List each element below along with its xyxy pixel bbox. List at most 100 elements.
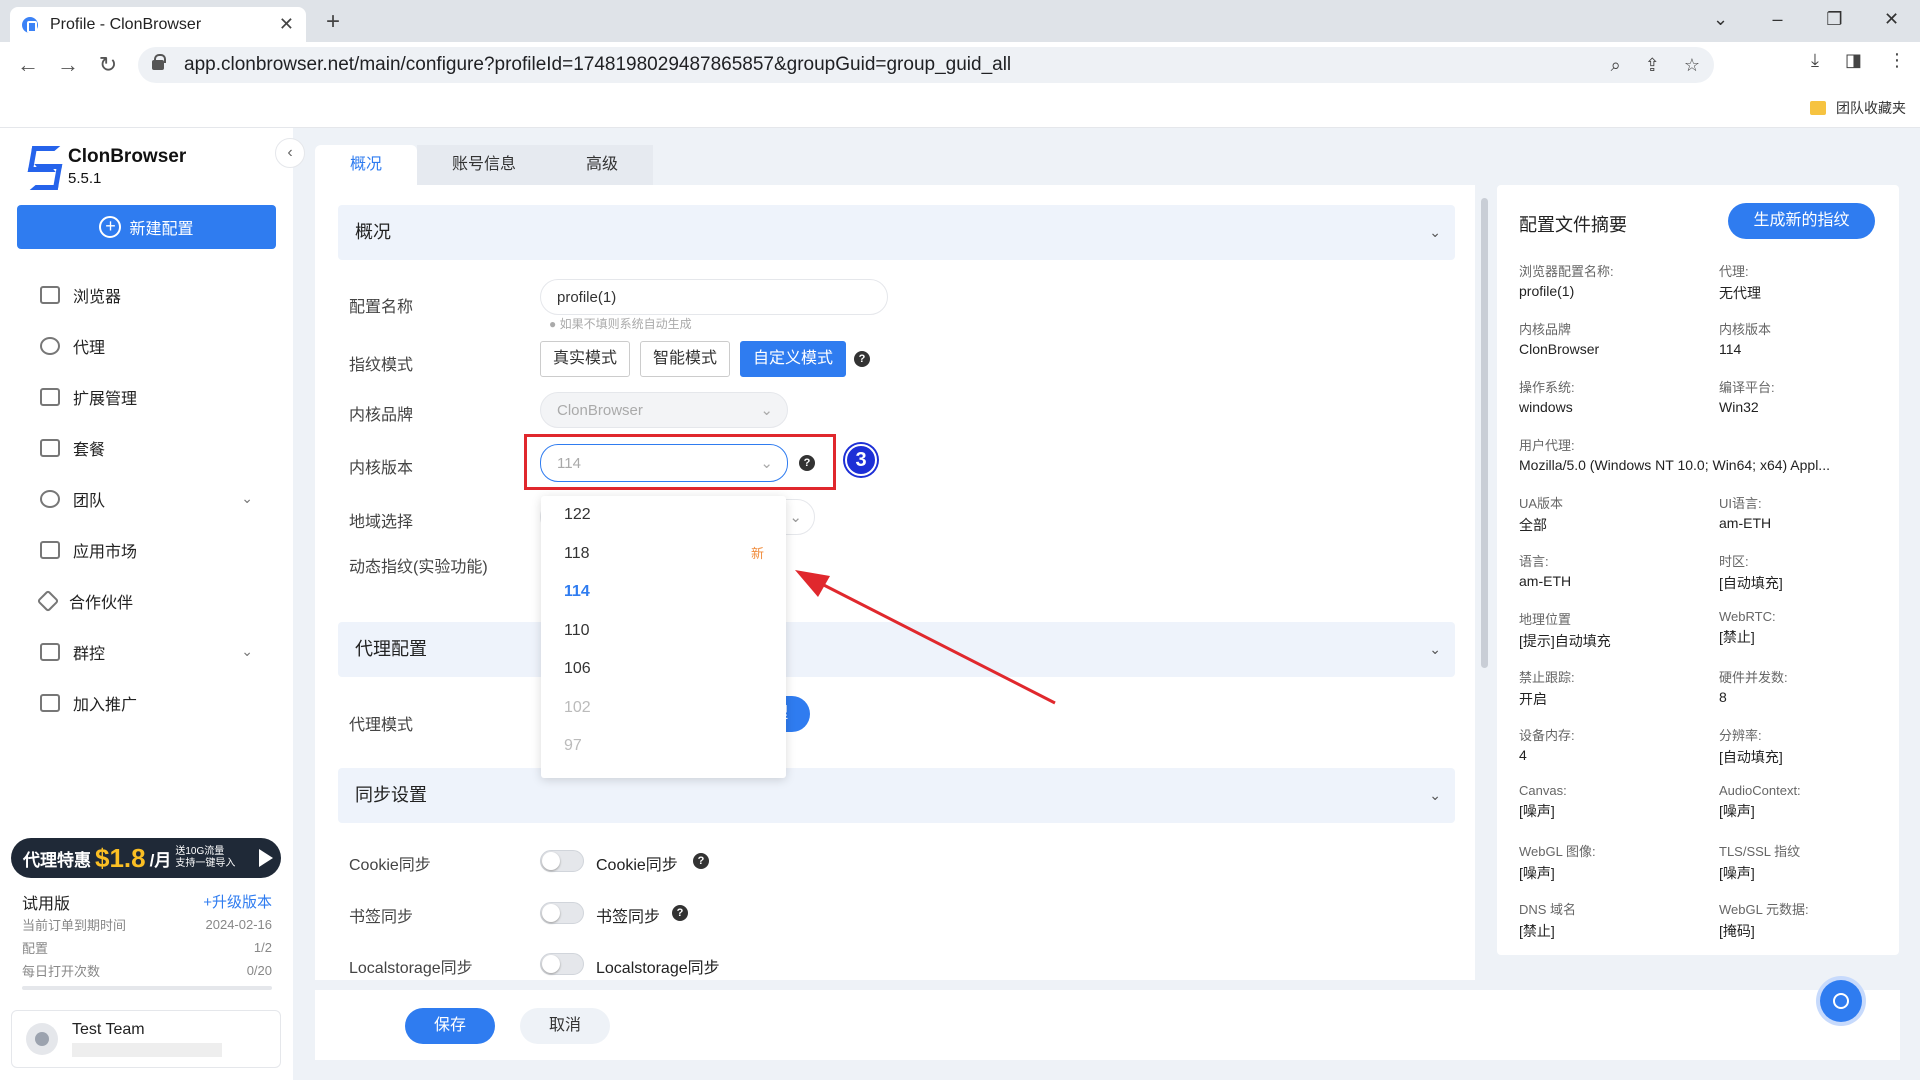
download-icon[interactable]: ⤓ xyxy=(1811,50,1819,71)
close-window-icon[interactable]: ✕ xyxy=(1863,0,1920,42)
browser-tab[interactable]: Profile - ClonBrowser ✕ xyxy=(10,7,306,42)
profile-summary-panel: 配置文件摘要 生成新的指纹 浏览器配置名称: profile(1) 代理: 无代理 内核… xyxy=(1497,185,1899,955)
section-overview[interactable]: 概况 ⌄ xyxy=(338,205,1455,260)
tab-overview[interactable]: 概况 xyxy=(315,145,418,185)
summary-key: 操作系统: xyxy=(1519,380,1575,395)
zoom-icon[interactable]: ⌕ xyxy=(1611,55,1621,76)
summary-key: 内核版本 xyxy=(1719,322,1772,337)
tab-advanced[interactable]: 高级 xyxy=(551,145,654,185)
back-icon[interactable]: ← xyxy=(8,52,48,78)
fp-mode-label: 指纹模式 xyxy=(349,357,414,374)
summary-value: am-ETH xyxy=(1719,515,1772,531)
dropdown-option[interactable]: 110 xyxy=(541,612,786,651)
cube-icon xyxy=(40,540,60,559)
sidebar-item-label: 浏览器 xyxy=(73,288,122,306)
plan-info: 试用版 +升级版本 当前订单到期时间 2024-02-16 配置 1/2 每日打开次数… xyxy=(22,890,272,990)
chevron-down-icon: ⌄ xyxy=(789,509,802,526)
help-icon[interactable]: ? xyxy=(672,905,688,921)
sidebar-item-extensions[interactable]: 扩展管理 xyxy=(0,371,293,422)
sidebar-item-app-market[interactable]: 应用市场 xyxy=(0,524,293,575)
sidebar-item-affiliate[interactable]: 加入推广 xyxy=(0,677,293,728)
region-label: 地域选择 xyxy=(349,514,414,531)
summary-item: WebRTC: [禁止] xyxy=(1719,609,1899,647)
summary-value: profile(1) xyxy=(1519,283,1575,299)
summary-value: 4 xyxy=(1519,747,1527,763)
promo-unit: /月 xyxy=(149,850,172,870)
sidebar-item-group-control[interactable]: 群控 ⌄ xyxy=(0,626,293,677)
bookmark-sync-label: 书签同步 xyxy=(349,909,414,926)
section-proxy[interactable]: 代理配置 ⌄ xyxy=(338,622,1455,677)
kernel-brand-select[interactable]: ClonBrowser ⌄ xyxy=(540,392,788,428)
restore-icon[interactable]: ❐ xyxy=(1806,0,1863,42)
localstorage-sync-toggle[interactable] xyxy=(540,953,584,975)
team-icon xyxy=(40,489,60,508)
summary-item: 用户代理: Mozilla/5.0 (Windows NT 10.0; Win64… xyxy=(1519,435,1879,473)
support-chat-icon[interactable] xyxy=(1820,980,1862,1022)
custom-mode-button[interactable]: 自定义模式 xyxy=(740,341,847,377)
sidebar-item-plans[interactable]: 套餐 xyxy=(0,422,293,473)
sidebar-item-browser[interactable]: 浏览器 xyxy=(0,269,293,320)
summary-item: DNS 域名 [禁止] xyxy=(1519,899,1709,941)
share-icon[interactable]: ⇪ xyxy=(1645,55,1660,76)
summary-key: 硬件并发数: xyxy=(1719,670,1788,685)
real-mode-button[interactable]: 真实模式 xyxy=(540,341,631,377)
bookmark-star-icon[interactable]: ☆ xyxy=(1684,55,1700,76)
tab-search-icon[interactable]: ⌄ xyxy=(1692,0,1749,42)
option-label: 122 xyxy=(564,506,591,523)
help-icon[interactable]: ? xyxy=(854,351,870,367)
minimize-icon[interactable]: – xyxy=(1749,0,1806,42)
new-tab-icon[interactable]: + xyxy=(326,8,340,36)
summary-item: 内核版本 114 xyxy=(1719,319,1899,357)
summary-key: 代理: xyxy=(1719,264,1749,279)
upgrade-link[interactable]: +升级版本 xyxy=(203,891,272,912)
smart-mode-button[interactable]: 智能模式 xyxy=(640,341,731,377)
dropdown-option[interactable]: 122 xyxy=(541,496,786,535)
cookie-sync-toggle[interactable] xyxy=(540,850,584,872)
lock-icon[interactable] xyxy=(152,54,166,70)
globe-icon xyxy=(40,336,60,355)
summary-key: 语言: xyxy=(1519,554,1549,569)
chevron-down-icon: ⌄ xyxy=(1429,641,1441,657)
summary-value: [自动填充] xyxy=(1719,749,1783,765)
save-button[interactable]: 保存 xyxy=(405,1008,495,1044)
app-version: 5.5.1 xyxy=(68,170,102,187)
summary-key: Canvas: xyxy=(1519,783,1567,798)
collapse-sidebar-icon[interactable]: ‹ xyxy=(275,138,305,168)
close-tab-icon[interactable]: ✕ xyxy=(279,14,294,35)
summary-item: UA版本 全部 xyxy=(1519,493,1709,535)
section-sync[interactable]: 同步设置 ⌄ xyxy=(338,768,1455,823)
new-config-label: 新建配置 xyxy=(129,221,194,238)
scrollbar[interactable] xyxy=(1481,198,1488,668)
profile-name-input[interactable]: profile(1) xyxy=(540,279,888,315)
bookmark-sync-toggle[interactable] xyxy=(540,902,584,924)
dropdown-option-selected[interactable]: 114 xyxy=(541,573,786,612)
summary-key: 时区: xyxy=(1719,554,1749,569)
chevron-down-icon: ⌄ xyxy=(241,490,253,506)
summary-key: WebGL 图像: xyxy=(1519,844,1596,859)
new-config-button[interactable]: + 新建配置 xyxy=(17,205,276,249)
option-label: 97 xyxy=(564,737,582,754)
dropdown-option[interactable]: 106 xyxy=(541,650,786,689)
proxy-promo-banner[interactable]: 代理特惠 $1.8 /月 送10G流量 支持一键导入 xyxy=(11,838,281,878)
sidebar-item-proxy[interactable]: 代理 xyxy=(0,320,293,371)
address-bar[interactable]: app.clonbrowser.net/main/configure?profi… xyxy=(138,47,1714,83)
more-menu-icon[interactable]: ⋮ xyxy=(1888,50,1906,71)
sidebar-item-partners[interactable]: 合作伙伴 xyxy=(0,575,293,626)
sidebar-item-team[interactable]: 团队 ⌄ xyxy=(0,473,293,524)
chevron-down-icon: ⌄ xyxy=(1429,787,1441,803)
redacted-email xyxy=(72,1043,222,1057)
option-label: 106 xyxy=(564,660,591,677)
cookie-sync-label: Cookie同步 xyxy=(349,857,431,874)
bookmark-folder[interactable]: 团队收藏夹 xyxy=(1810,98,1906,118)
cancel-button[interactable]: 取消 xyxy=(520,1008,610,1044)
forward-icon[interactable]: → xyxy=(48,52,88,78)
reload-icon[interactable]: ↻ xyxy=(88,52,128,78)
tab-account-info[interactable]: 账号信息 xyxy=(417,145,552,185)
help-icon[interactable]: ? xyxy=(693,853,709,869)
dropdown-option[interactable]: 118 新 xyxy=(541,535,786,574)
summary-key: 分辨率: xyxy=(1719,728,1762,743)
user-card[interactable]: Test Team xyxy=(11,1010,281,1068)
generate-fingerprint-button[interactable]: 生成新的指纹 xyxy=(1728,203,1875,239)
side-panel-icon[interactable]: ◨ xyxy=(1845,50,1862,71)
summary-key: 禁止跟踪: xyxy=(1519,670,1575,685)
